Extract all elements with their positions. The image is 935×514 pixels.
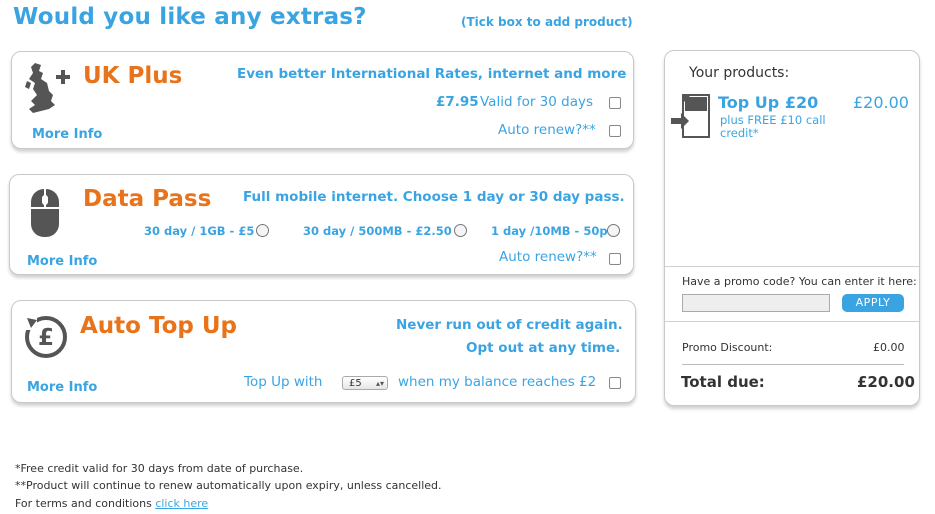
divider (682, 364, 904, 365)
products-panel: Your products: Top Up £20 £20.00 plus FR… (664, 50, 920, 406)
products-heading: Your products: (689, 65, 790, 81)
topup-suffix: when my balance reaches £2 (398, 374, 597, 390)
promo-code-input[interactable] (682, 294, 830, 312)
data-pass-auto-renew-checkbox[interactable] (609, 253, 621, 265)
data-pass-option-label: 30 day / 1GB - £5 (144, 224, 255, 238)
footnote-free-credit: *Free credit valid for 30 days from date… (15, 462, 304, 475)
uk-map-plus-icon (25, 63, 70, 113)
pound-refresh-icon: £ (25, 316, 67, 358)
footnote-auto-renew: **Product will continue to renew automat… (15, 479, 442, 492)
promo-label: Have a promo code? You can enter it here… (682, 275, 917, 288)
data-pass-title: Data Pass (83, 186, 212, 212)
uk-plus-more-info-link[interactable]: More Info (32, 127, 102, 142)
auto-top-up-more-info-link[interactable]: More Info (27, 380, 97, 395)
uk-plus-auto-renew-label: Auto renew?** (498, 122, 596, 138)
uk-plus-auto-renew-checkbox[interactable] (609, 125, 621, 137)
data-pass-option-label: 30 day / 500MB - £2.50 (303, 224, 452, 238)
data-pass-option-radio[interactable] (454, 224, 467, 237)
uk-plus-validity: Valid for 30 days (480, 94, 594, 110)
promo-discount-value: £0.00 (873, 341, 905, 354)
data-pass-more-info-link[interactable]: More Info (27, 254, 97, 269)
tick-hint: (Tick box to add product) (461, 15, 633, 29)
topup-amount-select[interactable]: £5 ▴▾ (342, 376, 388, 390)
auto-top-up-line2: Opt out at any time. (466, 340, 621, 356)
page-title: Would you like any extras? (13, 4, 367, 30)
data-pass-option-radio[interactable] (256, 224, 269, 237)
uk-plus-tagline: Even better International Rates, interne… (237, 66, 627, 82)
auto-top-up-line1: Never run out of credit again. (396, 317, 623, 333)
auto-top-up-title: Auto Top Up (80, 313, 238, 339)
total-label: Total due: (681, 373, 765, 391)
data-pass-option-label: 1 day /10MB - 50p (491, 224, 608, 238)
uk-plus-price: £7.95 (436, 94, 479, 110)
auto-top-up-card: £ Auto Top Up Never run out of credit ag… (11, 300, 636, 403)
svg-text:£: £ (38, 325, 54, 351)
uk-plus-title: UK Plus (83, 63, 183, 89)
divider (665, 321, 919, 322)
topup-amount-value: £5 (349, 378, 362, 389)
auto-top-up-checkbox[interactable] (609, 377, 621, 389)
promo-discount-label: Promo Discount: (682, 341, 773, 354)
data-pass-card: Data Pass Full mobile internet. Choose 1… (9, 174, 634, 275)
data-pass-auto-renew-label: Auto renew?** (499, 249, 597, 265)
apply-button[interactable]: APPLY (842, 294, 904, 312)
total-value: £20.00 (857, 373, 915, 391)
select-arrows-icon: ▴▾ (375, 379, 384, 388)
divider (665, 266, 919, 267)
product-price: £20.00 (853, 93, 909, 112)
uk-plus-card: UK Plus Even better International Rates,… (11, 51, 634, 149)
terms-prefix: For terms and conditions (15, 497, 152, 510)
sim-card-arrow-icon (671, 94, 710, 138)
data-pass-option-radio[interactable] (607, 224, 620, 237)
data-pass-tagline: Full mobile internet. Choose 1 day or 30… (243, 189, 625, 205)
terms-line: For terms and conditions click here (15, 497, 208, 510)
topup-prefix: Top Up with (244, 374, 323, 390)
product-subtitle: plus FREE £10 call credit* (720, 113, 826, 140)
mouse-icon (31, 189, 59, 237)
terms-link[interactable]: click here (155, 497, 208, 510)
product-title: Top Up £20 (718, 93, 819, 112)
uk-plus-checkbox[interactable] (609, 97, 621, 109)
